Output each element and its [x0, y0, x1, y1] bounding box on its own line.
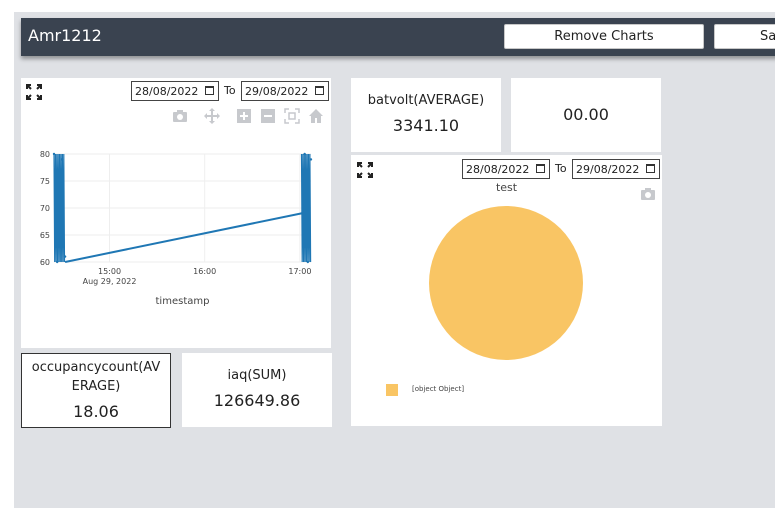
- unnamed-metric-card: 00.00: [511, 78, 661, 152]
- x-tick-label: 17:00: [288, 267, 311, 276]
- legend-label: [object Object]: [412, 385, 465, 393]
- to-date-input[interactable]: 29/08/2022: [241, 81, 329, 101]
- expand-icon[interactable]: [26, 84, 42, 100]
- calendar-icon: [536, 164, 545, 173]
- y-tick-label: 80: [40, 150, 50, 159]
- pie-chart-card: 28/08/2022 To 29/08/2022 test [object Ob…: [351, 155, 662, 426]
- pie-chart-title: test: [495, 181, 518, 194]
- x-axis-label: timestamp: [156, 296, 210, 307]
- line-chart-card: 28/08/2022 To 29/08/2022 60 65 70 75 80 15:00…: [21, 78, 331, 348]
- data-point: [309, 158, 313, 161]
- calendar-icon: [315, 86, 324, 95]
- series-line: [64, 212, 302, 263]
- metric-value: 126649.86: [213, 391, 301, 410]
- zoom-in-icon[interactable]: [236, 108, 252, 124]
- metric-label: iaq(SUM): [227, 368, 287, 383]
- dashboard-header: Amr1212 Remove Charts Save: [21, 18, 775, 56]
- pie-chart[interactable]: [351, 195, 662, 365]
- y-tick-label: 75: [40, 177, 50, 186]
- remove-charts-button[interactable]: Remove Charts: [504, 24, 704, 49]
- data-point: [63, 255, 67, 258]
- legend-swatch[interactable]: [386, 384, 398, 396]
- to-date-input[interactable]: 29/08/2022: [572, 159, 660, 179]
- metric-value: 3341.10: [392, 116, 460, 135]
- expand-icon[interactable]: [357, 162, 373, 178]
- metric-label-line2: ERAGE): [71, 379, 121, 394]
- series-line-segment: [53, 153, 66, 263]
- y-tick-label: 70: [40, 204, 50, 213]
- zoom-out-icon[interactable]: [260, 108, 276, 124]
- metric-value: 00.00: [563, 105, 609, 124]
- home-icon[interactable]: [308, 108, 324, 124]
- batvolt-metric-card: batvolt(AVERAGE) 3341.10: [351, 78, 501, 152]
- save-button[interactable]: Save: [714, 24, 775, 49]
- y-tick-label: 65: [40, 231, 50, 240]
- x-tick-label: 15:00: [98, 267, 121, 276]
- data-point: [55, 260, 59, 264]
- x-tick-label: 16:00: [193, 267, 216, 276]
- pan-icon[interactable]: [204, 108, 220, 124]
- metric-label-line1: occupancycount(AV: [31, 360, 161, 375]
- metric-label: batvolt(AVERAGE): [367, 93, 485, 108]
- from-date-input[interactable]: 28/08/2022: [462, 159, 550, 179]
- calendar-icon: [205, 86, 214, 95]
- data-point: [303, 152, 306, 156]
- x-tick-sublabel: Aug 29, 2022: [83, 277, 137, 286]
- pie-slice: [429, 206, 583, 360]
- y-tick-label: 60: [40, 258, 50, 267]
- dashboard-title: Amr1212: [28, 26, 102, 45]
- line-chart[interactable]: 60 65 70 75 80 15:00 16:00 17:00 Aug 29, 2022 tim…: [21, 138, 331, 318]
- to-label: To: [224, 84, 236, 97]
- occupancy-metric-card: occupancycount(AV ERAGE) 18.06: [21, 353, 171, 428]
- autoscale-icon[interactable]: [284, 108, 300, 124]
- from-date-input[interactable]: 28/08/2022: [131, 81, 219, 101]
- camera-icon[interactable]: [172, 108, 188, 124]
- iaq-metric-card: iaq(SUM) 126649.86: [182, 353, 332, 427]
- data-point: [52, 152, 56, 156]
- calendar-icon: [646, 164, 655, 173]
- to-label: To: [555, 162, 567, 175]
- data-point: [306, 260, 310, 264]
- data-point: [60, 158, 64, 161]
- series-line-segment: [300, 153, 312, 263]
- metric-value: 18.06: [73, 402, 119, 421]
- data-point: [300, 212, 303, 215]
